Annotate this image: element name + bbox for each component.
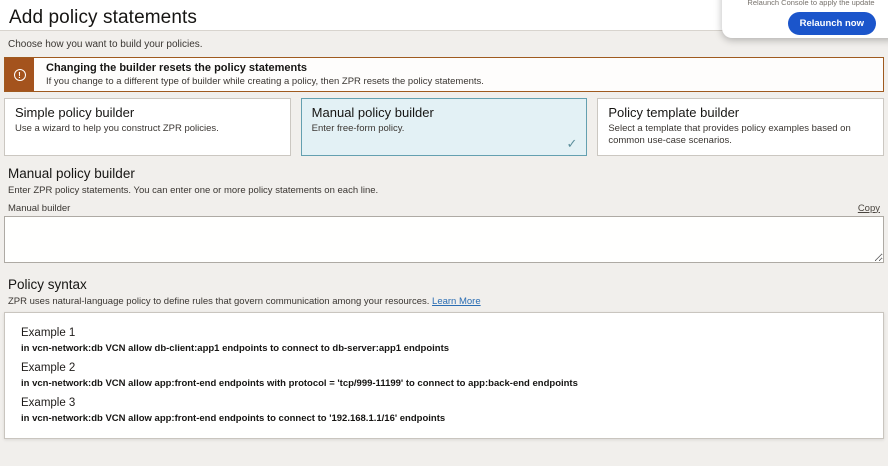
learn-more-link[interactable]: Learn More [432, 296, 481, 307]
relaunch-now-button[interactable]: Relaunch now [788, 12, 876, 35]
policy-syntax-heading: Policy syntax [8, 277, 880, 292]
card-description: Use a wizard to help you construct ZPR p… [15, 123, 280, 135]
example-label: Example 2 [21, 362, 867, 374]
card-description: Select a template that provides policy e… [608, 123, 873, 147]
example-statement: in vcn-network:db VCN allow db-client:ap… [21, 343, 867, 354]
page-content: Choose how you want to build your polici… [0, 39, 888, 439]
example-label: Example 1 [21, 327, 867, 339]
card-description: Enter free-form policy. [312, 123, 577, 135]
exclamation-circle-icon: ! [14, 69, 26, 81]
manual-builder-field-label: Manual builder [8, 203, 70, 214]
card-title: Policy template builder [608, 105, 873, 120]
example-label: Example 3 [21, 397, 867, 409]
update-popup-message: Relaunch Console to apply the update [722, 0, 888, 7]
builder-cards-row: Simple policy builder Use a wizard to he… [4, 98, 884, 156]
manual-builder-textarea[interactable] [4, 216, 884, 263]
manual-builder-description: Enter ZPR policy statements. You can ent… [8, 185, 880, 196]
warning-body: Changing the builder resets the policy s… [34, 58, 494, 91]
warning-title: Changing the builder resets the policy s… [46, 62, 484, 74]
warning-icon-block: ! [5, 58, 34, 91]
add-policy-statements-page: Add policy statements Relaunch Console t… [0, 0, 888, 466]
console-update-popup: Relaunch Console to apply the update Rel… [722, 0, 888, 38]
card-manual-policy-builder[interactable]: Manual policy builder Enter free-form po… [301, 98, 588, 156]
manual-builder-heading: Manual policy builder [8, 166, 880, 181]
choose-builder-subtitle: Choose how you want to build your polici… [8, 39, 880, 50]
card-simple-policy-builder[interactable]: Simple policy builder Use a wizard to he… [4, 98, 291, 156]
card-policy-template-builder[interactable]: Policy template builder Select a templat… [597, 98, 884, 156]
card-title: Manual policy builder [312, 105, 577, 120]
builder-reset-warning-banner: ! Changing the builder resets the policy… [4, 57, 884, 92]
manual-builder-field-row: Manual builder Copy [8, 203, 880, 214]
checkmark-icon: ✓ [566, 136, 577, 152]
example-statement: in vcn-network:db VCN allow app:front-en… [21, 378, 867, 389]
policy-syntax-examples-box: Example 1 in vcn-network:db VCN allow db… [4, 312, 884, 439]
policy-syntax-description-text: ZPR uses natural-language policy to defi… [8, 296, 429, 307]
policy-syntax-description: ZPR uses natural-language policy to defi… [8, 296, 880, 307]
warning-description: If you change to a different type of bui… [46, 76, 484, 87]
example-statement: in vcn-network:db VCN allow app:front-en… [21, 413, 867, 424]
copy-link[interactable]: Copy [858, 203, 880, 214]
card-title: Simple policy builder [15, 105, 280, 120]
